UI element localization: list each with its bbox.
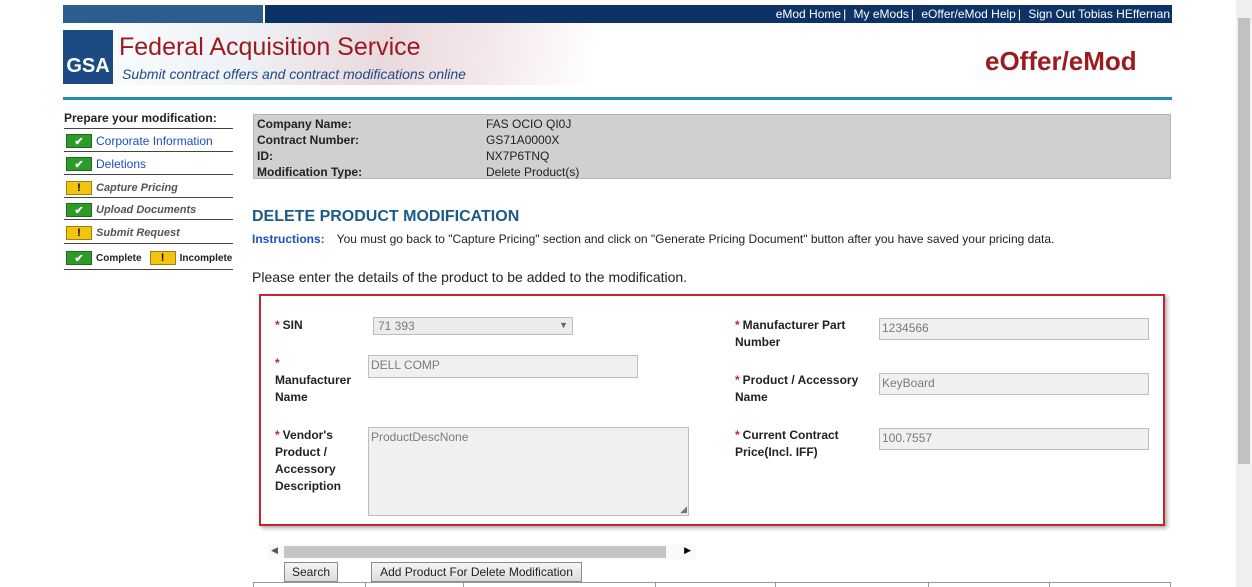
scrollbar-thumb[interactable] — [284, 546, 666, 558]
sidebar-item-corporate-information[interactable]: ✔ Corporate Information — [66, 132, 213, 150]
required-mark: * — [735, 318, 740, 332]
company-name-value: FAS OCIO QI0J — [486, 117, 572, 131]
required-mark: * — [275, 318, 280, 332]
sidebar-item-label[interactable]: Capture Pricing — [96, 182, 178, 194]
checkmark-icon: ✔ — [66, 203, 92, 217]
table-top-border — [253, 582, 1171, 583]
description-textarea[interactable]: ProductDescNone ◢ — [368, 427, 689, 516]
sidebar-divider — [64, 174, 233, 175]
search-button[interactable]: Search — [284, 562, 338, 582]
sidebar-divider — [64, 197, 233, 198]
status-legend: ✔ Complete ! Incomplete — [66, 249, 240, 267]
scrollbar-thumb[interactable] — [1238, 18, 1250, 464]
sidebar-item-submit-request[interactable]: ! Submit Request — [66, 224, 180, 242]
checkmark-icon: ✔ — [66, 157, 92, 171]
price-field[interactable]: 100.7557 — [879, 428, 1149, 450]
id-value: NX7P6TNQ — [486, 149, 550, 163]
form-prompt: Please enter the details of the product … — [252, 269, 688, 285]
required-mark: * — [275, 428, 280, 442]
required-mark: * — [275, 356, 280, 370]
legend-complete-label: Complete — [96, 252, 142, 264]
table-column-divider — [253, 582, 254, 587]
instructions-label: Instructions: — [252, 232, 325, 246]
contract-info-panel: Company Name: FAS OCIO QI0J Contract Num… — [253, 114, 1171, 179]
sidebar-divider — [64, 151, 233, 152]
gsa-logo: GSA — [63, 30, 113, 84]
exclamation-icon: ! — [66, 181, 92, 195]
sidebar-divider — [64, 128, 233, 129]
product-name-label: * Product / Accessory Name — [735, 373, 859, 404]
scroll-left-icon[interactable]: ◀ — [271, 545, 278, 556]
header-title: Federal Acquisition Service — [119, 33, 421, 61]
description-label: * Vendor's Product / Accessory Descriptio… — [275, 428, 342, 493]
header-divider — [63, 97, 1172, 100]
product-form: * SIN 71 393 ▼ * Manufacturer Name DELL CO… — [259, 294, 1165, 526]
product-name-field[interactable]: KeyBoard — [879, 373, 1149, 395]
sidebar-item-deletions[interactable]: ✔ Deletions — [66, 155, 146, 173]
scroll-right-icon[interactable]: ▶ — [684, 545, 691, 556]
exclamation-icon: ! — [66, 226, 92, 240]
company-name-label: Company Name: — [257, 117, 352, 131]
add-product-button[interactable]: Add Product For Delete Modification — [371, 562, 582, 582]
required-mark: * — [735, 428, 740, 442]
resize-grip-icon[interactable]: ◢ — [680, 504, 687, 515]
table-column-divider — [463, 582, 464, 587]
sin-label: * SIN — [275, 318, 303, 332]
description-value: ProductDescNone — [371, 430, 469, 444]
help-link[interactable]: eOffer/eMod Help — [921, 7, 1016, 21]
table-column-divider — [1170, 582, 1171, 587]
sin-select-value: 71 393 — [378, 319, 415, 333]
modification-type-value: Delete Product(s) — [486, 165, 580, 179]
legend-incomplete-label: Incomplete — [179, 252, 233, 264]
table-column-divider — [928, 582, 929, 587]
manufacturer-name-field[interactable]: DELL COMP — [368, 355, 638, 378]
sidebar-item-label[interactable]: Submit Request — [96, 227, 180, 239]
horizontal-scrollbar[interactable]: ◀ ▶ — [268, 544, 696, 560]
exclamation-icon: ! — [149, 251, 176, 265]
checkmark-icon: ✔ — [66, 134, 92, 148]
modification-type-label: Modification Type: — [257, 165, 363, 179]
header-subtitle: Submit contract offers and contract modi… — [122, 66, 466, 82]
checkmark-icon: ✔ — [66, 251, 92, 265]
sign-out-link[interactable]: Sign Out — [1028, 7, 1075, 21]
table-column-divider — [365, 582, 366, 587]
sin-select[interactable]: 71 393 ▼ — [373, 317, 573, 335]
part-number-field[interactable]: 1234566 — [879, 318, 1149, 340]
sidebar-item-label[interactable]: Upload Documents — [96, 204, 196, 216]
sidebar-divider — [64, 243, 233, 244]
user-name: Tobias HEffernan — [1078, 7, 1170, 21]
my-emods-link[interactable]: My eMods — [854, 7, 909, 21]
required-mark: * — [735, 373, 740, 387]
chevron-down-icon: ▼ — [559, 320, 568, 330]
top-nav-bar: eMod Home | My eMods | eOffer/eMod Help | S… — [265, 5, 1172, 23]
table-column-divider — [1049, 582, 1050, 587]
sidebar-item-upload-documents[interactable]: ✔ Upload Documents — [66, 201, 196, 219]
sidebar-item-capture-pricing[interactable]: ! Capture Pricing — [66, 179, 178, 197]
emod-home-link[interactable]: eMod Home — [776, 7, 841, 21]
instructions-text: You must go back to "Capture Pricing" se… — [336, 232, 1055, 246]
sidebar-divider — [64, 269, 233, 270]
sidebar-title: Prepare your modification: — [64, 111, 217, 125]
product-name: eOffer/eMod — [985, 46, 1137, 76]
page-title: DELETE PRODUCT MODIFICATION — [252, 208, 520, 225]
top-nav-links: eMod Home | My eMods | eOffer/eMod Help | S… — [775, 7, 1170, 21]
sidebar-divider — [64, 219, 233, 220]
id-label: ID: — [257, 149, 273, 163]
instructions: Instructions: You must go back to "Captur… — [252, 232, 1054, 246]
contract-number-value: GS71A0000X — [486, 133, 560, 147]
contract-number-label: Contract Number: — [257, 133, 360, 147]
top-bar-left — [63, 5, 263, 23]
table-column-divider — [775, 582, 776, 587]
page-vertical-scrollbar[interactable] — [1236, 0, 1252, 587]
manufacturer-name-label: * Manufacturer Name — [275, 356, 352, 404]
sidebar-item-label[interactable]: Corporate Information — [96, 134, 213, 148]
table-column-divider — [655, 582, 656, 587]
sidebar-item-label[interactable]: Deletions — [96, 157, 146, 171]
price-label: * Current Contract Price(Incl. IFF) — [735, 428, 839, 459]
part-number-label: * Manufacturer Part Number — [735, 318, 846, 349]
